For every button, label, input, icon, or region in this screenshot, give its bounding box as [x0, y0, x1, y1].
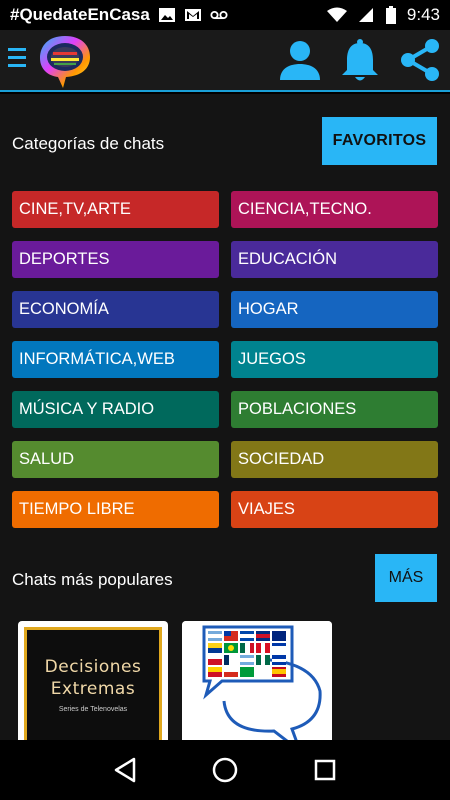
category-label: HOGAR [238, 300, 299, 318]
image-icon [158, 8, 175, 22]
menu-icon[interactable] [8, 48, 28, 70]
card1-title-line1: Decisiones [44, 657, 142, 677]
category-button[interactable]: TIEMPO LIBRE [12, 491, 219, 528]
card-image-decisiones: Decisiones Extremas Series de Telenovela… [24, 627, 162, 740]
category-button[interactable]: MÚSICA Y RADIO [12, 391, 219, 428]
popular-card-2[interactable] [182, 621, 332, 740]
category-button[interactable]: SALUD [12, 441, 219, 478]
category-button[interactable]: ECONOMÍA [12, 291, 219, 328]
category-label: EDUCACIÓN [238, 250, 338, 268]
recents-button[interactable] [310, 755, 340, 785]
category-label: SALUD [19, 450, 75, 468]
card1-title-line2: Extremas [50, 679, 136, 699]
popular-card-1[interactable]: Decisiones Extremas Series de Telenovela… [18, 621, 168, 740]
popular-title: Chats más populares [12, 570, 173, 589]
signal-icon [358, 8, 373, 22]
card1-subtitle: Series de Telenovelas [58, 706, 128, 713]
nav-bar [0, 740, 450, 800]
category-label: VIAJES [238, 500, 295, 518]
category-button[interactable]: SOCIEDAD [231, 441, 438, 478]
category-button[interactable]: CIENCIA,TECNO. [231, 191, 438, 228]
home-icon [212, 757, 238, 783]
app-logo[interactable] [36, 32, 94, 90]
status-time: 9:43 [406, 5, 440, 24]
back-button[interactable] [110, 755, 140, 785]
status-hashtag: #QuedateEnCasa [10, 5, 150, 24]
category-button[interactable]: VIAJES [231, 491, 438, 528]
category-label: DEPORTES [19, 250, 110, 268]
bell-icon[interactable] [339, 38, 381, 82]
favorites-button[interactable]: FAVORITOS [322, 117, 437, 165]
category-button[interactable]: INFORMÁTICA,WEB [12, 341, 219, 378]
category-label: ECONOMÍA [19, 300, 109, 318]
home-button[interactable] [210, 755, 240, 785]
categories-title: Categorías de chats [12, 134, 165, 153]
category-button[interactable]: HOGAR [231, 291, 438, 328]
more-button[interactable]: MÁS [375, 554, 437, 602]
category-button[interactable]: EDUCACIÓN [231, 241, 438, 278]
app-bar [0, 30, 450, 92]
category-label: POBLACIONES [238, 400, 357, 418]
profile-icon[interactable] [278, 38, 322, 82]
battery-icon [385, 6, 396, 24]
category-button[interactable]: POBLACIONES [231, 391, 438, 428]
category-label: MÚSICA Y RADIO [19, 400, 155, 418]
back-icon [114, 757, 136, 783]
status-bar: #QuedateEnCasa 9:43 [0, 0, 450, 30]
share-icon[interactable] [398, 38, 442, 82]
category-label: CINE,TV,ARTE [19, 200, 131, 218]
main-content: Categorías de chats FAVORITOS CINE,TV,AR… [0, 94, 450, 740]
category-label: INFORMÁTICA,WEB [19, 350, 175, 368]
category-label: TIEMPO LIBRE [19, 500, 135, 518]
category-button[interactable]: JUEGOS [231, 341, 438, 378]
gmail-icon [184, 9, 201, 21]
category-label: CIENCIA,TECNO. [238, 200, 372, 218]
voicemail-icon [210, 10, 228, 20]
category-label: JUEGOS [238, 350, 306, 368]
recents-icon [314, 759, 336, 781]
category-button[interactable]: CINE,TV,ARTE [12, 191, 219, 228]
latin-flags-chat-bubbles-image [182, 621, 332, 740]
category-button[interactable]: DEPORTES [12, 241, 219, 278]
wifi-icon [326, 7, 347, 22]
category-label: SOCIEDAD [238, 450, 325, 468]
